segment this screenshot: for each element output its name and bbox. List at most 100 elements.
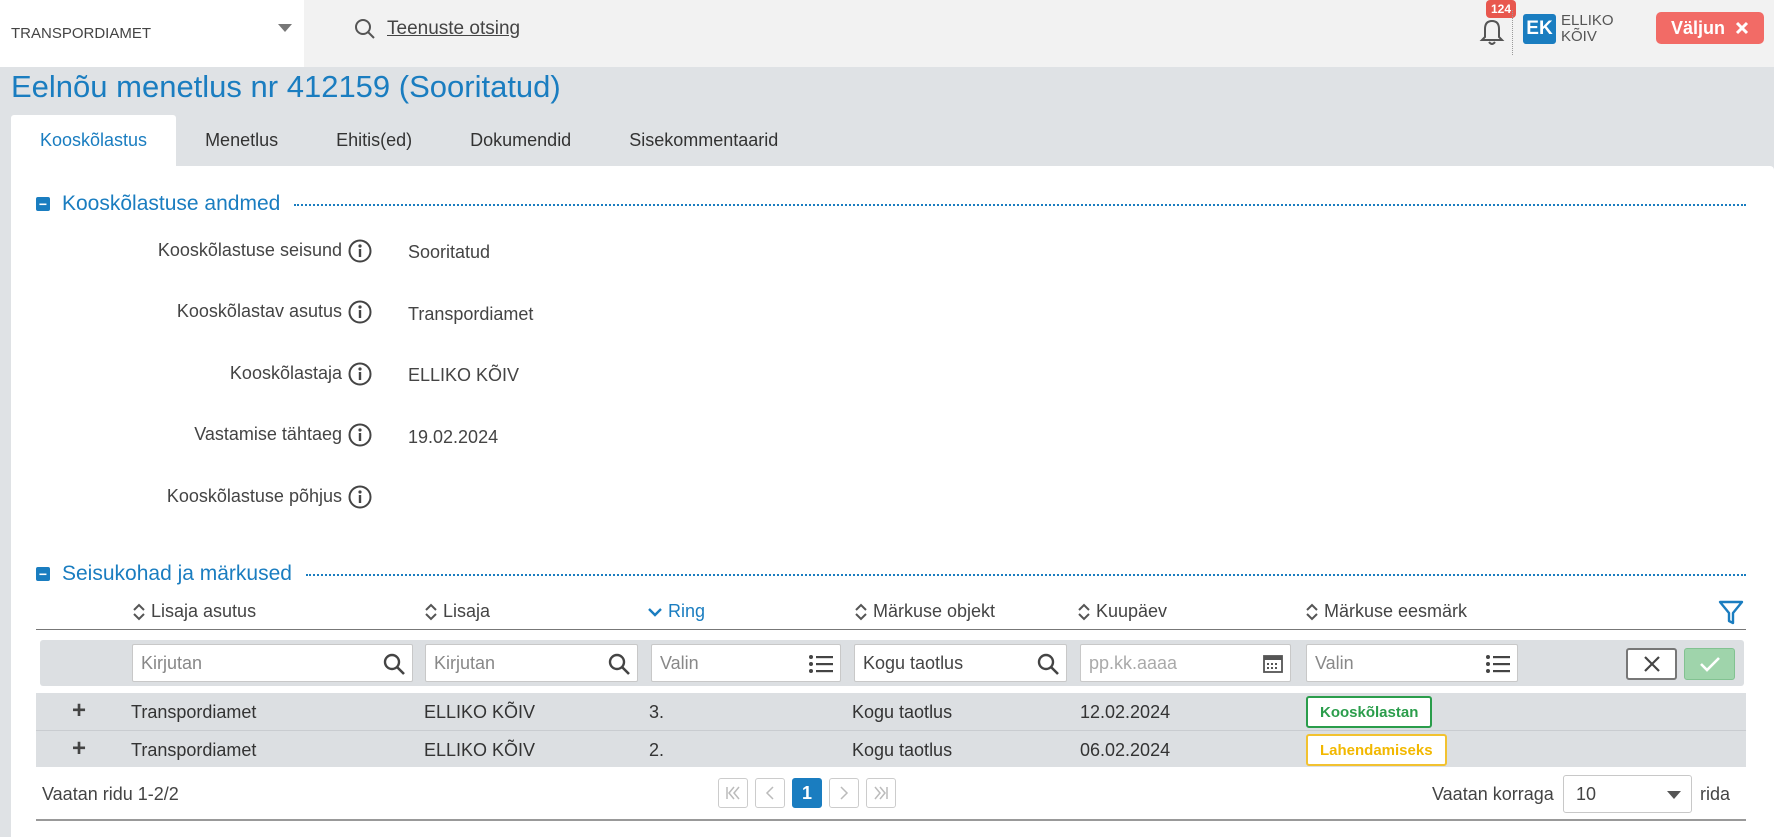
search-icon	[1037, 653, 1059, 675]
list-icon	[1486, 655, 1510, 673]
logout-button[interactable]: Väljun	[1656, 12, 1764, 44]
tab-menetlus[interactable]: Menetlus	[176, 115, 307, 166]
status-badge: Lahendamiseks	[1306, 734, 1447, 766]
rows-info: Vaatan ridu 1-2/2	[42, 784, 179, 804]
cell-ring: 3.	[649, 702, 665, 722]
close-icon	[1643, 656, 1660, 672]
filter-lisaja-asutus-input[interactable]: Kirjutan	[132, 644, 413, 682]
clear-filters-button[interactable]	[1626, 648, 1677, 680]
logout-label: Väljun	[1670, 17, 1725, 38]
avatar[interactable]: EK	[1523, 14, 1556, 44]
per-page-suffix: rida	[1700, 784, 1731, 804]
field-value-seisund: Sooritatud	[408, 242, 491, 262]
last-page-button[interactable]	[866, 778, 896, 808]
chevron-double-left-icon	[726, 786, 740, 800]
tab-ehitised[interactable]: Ehitis(ed)	[307, 115, 441, 166]
table-bottom-divider	[36, 819, 1746, 821]
sort-icon	[425, 603, 437, 620]
per-page-label: Vaatan korraga	[1432, 784, 1554, 804]
info-icon[interactable]	[348, 485, 372, 509]
status-badge: Kooskõlastan	[1306, 696, 1433, 728]
cell-kuupaev: 06.02.2024	[1080, 740, 1171, 760]
field-label-kooskolastaja: Kooskõlastaja	[229, 363, 342, 383]
previous-page-button[interactable]	[755, 778, 785, 808]
search-icon	[383, 653, 405, 675]
cell-markuse-objekt: Kogu taotlus	[852, 702, 953, 722]
table-header-divider	[36, 629, 1746, 630]
filter-objekt-input[interactable]: Kogu taotlus	[854, 644, 1067, 682]
list-icon	[809, 655, 833, 673]
apply-filters-button[interactable]	[1684, 648, 1735, 680]
remarks-section-header: − Seisukohad ja märkused	[36, 562, 292, 586]
top-bar: TRANSPORDIAMET Teenuste otsing 124 EK EL…	[0, 0, 1774, 67]
details-section-header: − Kooskõlastuse andmed	[36, 192, 280, 216]
field-value-kooskolastaja: ELLIKO KÕIV	[408, 365, 520, 385]
field-label-pohjus: Kooskõlastuse põhjus	[166, 486, 342, 506]
tab-dokumendid[interactable]: Dokumendid	[441, 115, 600, 166]
cell-markuse-objekt: Kogu taotlus	[852, 740, 953, 760]
next-page-button[interactable]	[829, 778, 859, 808]
tab-kooskolastus[interactable]: Kooskõlastus	[11, 115, 177, 166]
divider	[1512, 10, 1513, 55]
search-icon	[608, 653, 630, 675]
cell-lisaja-asutus: Transpordiamet	[131, 740, 257, 760]
field-label-tahtaeg: Vastamise tähtaeg	[194, 424, 342, 444]
info-icon[interactable]	[348, 300, 372, 324]
details-section-rule	[294, 204, 1746, 206]
expand-row-button[interactable]: +	[68, 737, 90, 761]
search-icon	[355, 19, 375, 39]
tab-bar: Kooskõlastus Menetlus Ehitis(ed) Dokumen…	[11, 115, 807, 166]
details-section-title: Kooskõlastuse andmed	[62, 192, 281, 215]
remarks-section-title: Seisukohad ja märkused	[62, 562, 292, 585]
remarks-section-rule	[306, 574, 1746, 576]
info-icon[interactable]	[348, 362, 372, 386]
table-row[interactable]: + Transpordiamet ELLIKO KÕIV 2. Kogu tao…	[36, 730, 1746, 767]
pagination: 1	[718, 778, 896, 808]
check-icon	[1699, 657, 1720, 672]
service-search-link[interactable]: Teenuste otsing	[354, 14, 520, 44]
filter-ring-select[interactable]: Valin	[651, 644, 841, 682]
field-value-asutus: Transpordiamet	[408, 304, 534, 324]
user-name[interactable]: ELLIKO KÕIV	[1561, 13, 1621, 45]
info-icon[interactable]	[348, 239, 372, 263]
table-row[interactable]: + Transpordiamet ELLIKO KÕIV 3. Kogu tao…	[36, 693, 1746, 730]
chevron-right-icon	[840, 786, 849, 800]
chevron-down-icon	[278, 24, 292, 32]
first-page-button[interactable]	[718, 778, 748, 808]
collapse-remarks-button[interactable]: −	[36, 567, 50, 581]
page-title: Eelnõu menetlus nr 412159 (Sooritatud)	[11, 69, 561, 104]
cell-lisaja-asutus: Transpordiamet	[131, 702, 257, 722]
chevron-down-icon	[1667, 791, 1681, 799]
per-page-value: 10	[1576, 783, 1597, 804]
cell-kuupaev: 12.02.2024	[1080, 702, 1171, 722]
expand-row-button[interactable]: +	[68, 699, 90, 723]
cell-ring: 2.	[649, 740, 665, 760]
filter-eesmark-select[interactable]: Valin	[1306, 644, 1518, 682]
filter-kuupaev-input[interactable]: pp.kk.aaaa	[1080, 644, 1291, 682]
column-header-markuse-objekt[interactable]: Märkuse objekt	[855, 601, 995, 622]
collapse-details-button[interactable]: −	[36, 197, 50, 211]
column-header-lisaja-asutus[interactable]: Lisaja asutus	[133, 601, 256, 622]
column-header-kuupaev[interactable]: Kuupäev	[1078, 601, 1167, 622]
close-icon	[1735, 21, 1749, 35]
tab-sisekommentaarid[interactable]: Sisekommentaarid	[600, 115, 807, 166]
calendar-icon	[1263, 655, 1283, 673]
sort-icon	[1306, 603, 1318, 620]
column-header-lisaja[interactable]: Lisaja	[425, 601, 490, 622]
chevron-down-icon	[648, 607, 662, 617]
per-page-select[interactable]: 10	[1563, 775, 1692, 813]
filter-lisaja-input[interactable]: Kirjutan	[425, 644, 638, 682]
page-button-current[interactable]: 1	[792, 778, 822, 808]
organization-select[interactable]: TRANSPORDIAMET	[0, 0, 304, 67]
info-icon[interactable]	[348, 423, 372, 447]
sort-icon	[1078, 603, 1090, 620]
organization-label: TRANSPORDIAMET	[11, 25, 152, 42]
filter-icon[interactable]	[1718, 599, 1744, 627]
field-label-asutus: Kooskõlastav asutus	[176, 301, 342, 321]
sort-icon	[133, 603, 145, 620]
column-header-markuse-eesmark[interactable]: Märkuse eesmärk	[1306, 601, 1467, 622]
field-label-seisund: Kooskõlastuse seisund	[157, 240, 342, 260]
cell-lisaja: ELLIKO KÕIV	[424, 740, 536, 760]
sort-icon	[855, 603, 867, 620]
column-header-ring[interactable]: Ring	[648, 601, 705, 622]
